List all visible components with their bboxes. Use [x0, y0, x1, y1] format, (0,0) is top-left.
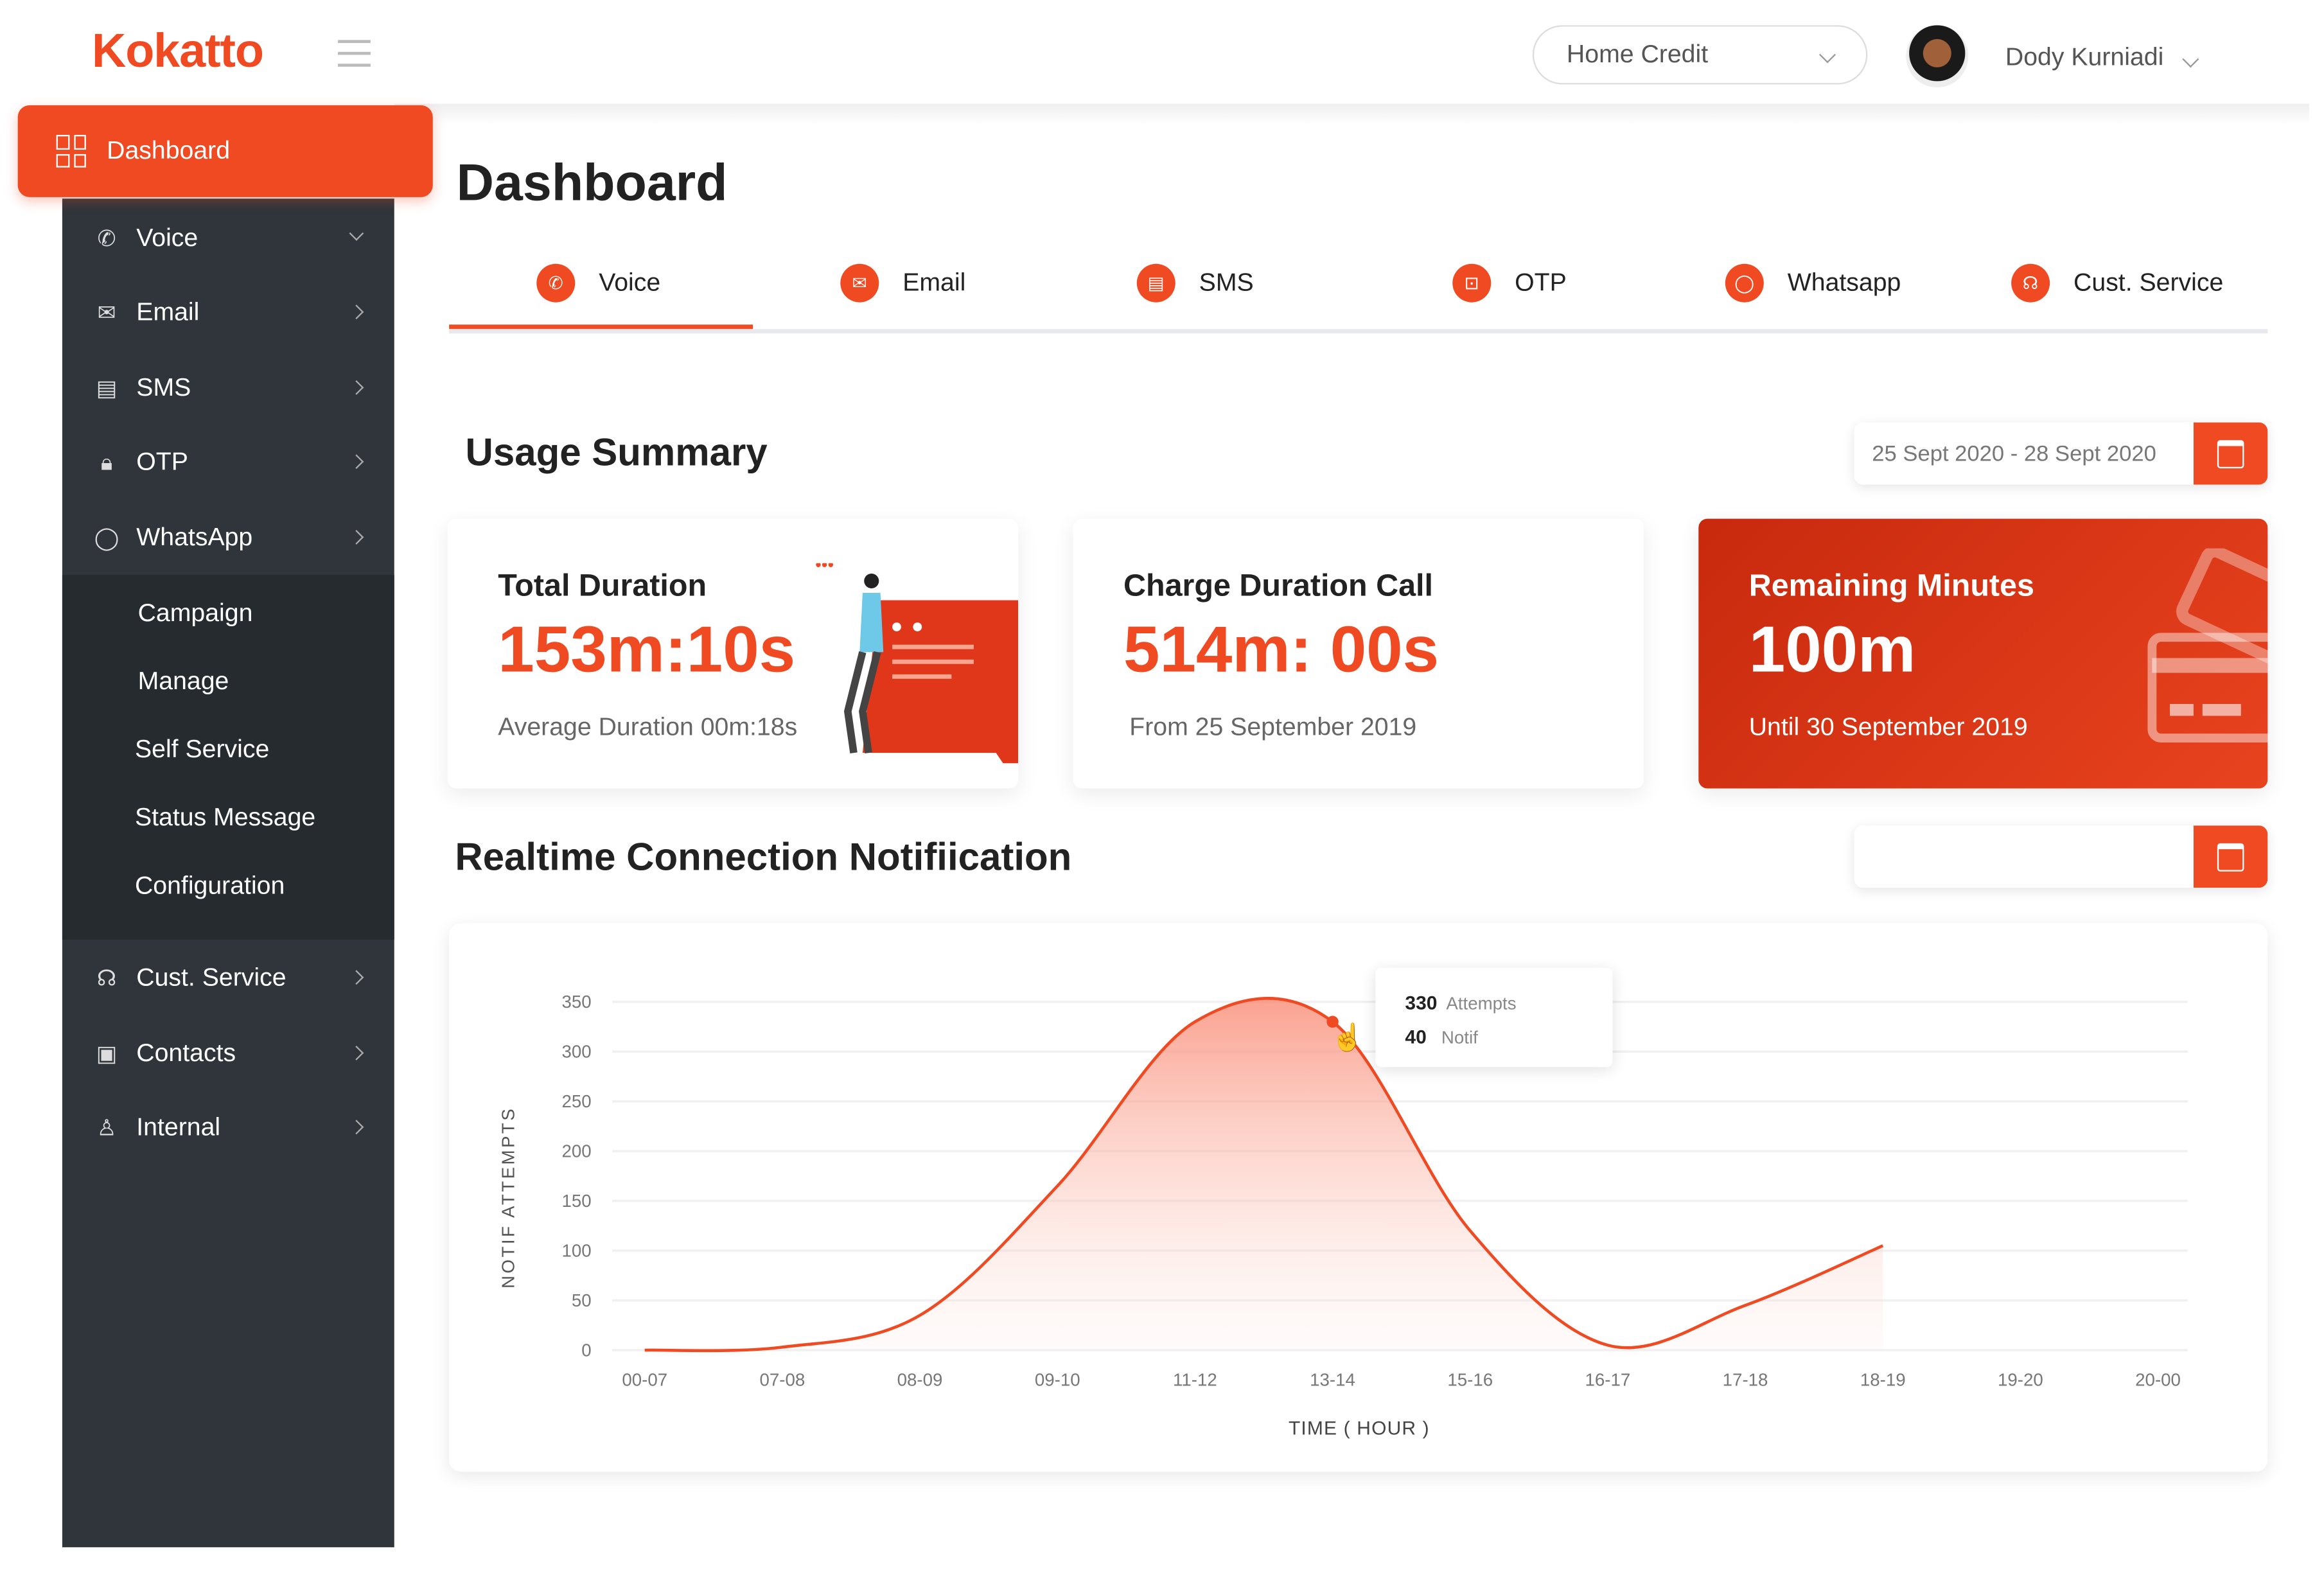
x-tick-label: 13-14	[1310, 1369, 1355, 1389]
y-tick-label: 100	[561, 1240, 591, 1260]
x-tick-label: 15-16	[1447, 1369, 1493, 1389]
y-tick-label: 50	[572, 1290, 592, 1310]
x-tick-label: 18-19	[1860, 1369, 1906, 1389]
x-tick-label: 17-18	[1723, 1369, 1768, 1389]
y-tick-label: 300	[561, 1041, 591, 1061]
x-tick-label: 16-17	[1585, 1369, 1631, 1389]
hand-cursor-icon: ☝	[1331, 1021, 1364, 1053]
tooltip-notif-value: 40	[1405, 1025, 1427, 1048]
x-tick-label: 11-12	[1173, 1369, 1217, 1389]
x-tick-label: 20-00	[2135, 1369, 2181, 1389]
x-tick-label: 09-10	[1035, 1369, 1080, 1389]
x-tick-label: 07-08	[759, 1369, 805, 1389]
tooltip-attempts-label: Attempts	[1446, 992, 1517, 1014]
chart-tooltip: 330 Attempts 40 Notif	[1375, 967, 1613, 1068]
tooltip-attempts-value: 330	[1405, 991, 1438, 1014]
y-tick-label: 350	[561, 992, 591, 1012]
x-tick-label: 00-07	[622, 1369, 667, 1389]
notif-attempts-chart: 0 50 100 150 200 250 300 350 00-07 07-08 08-09 09-1…	[498, 992, 2188, 1439]
y-tick-label: 250	[561, 1091, 591, 1111]
x-axis-label: TIME ( HOUR )	[1289, 1418, 1430, 1439]
y-tick-label: 0	[581, 1340, 591, 1360]
y-tick-label: 200	[561, 1141, 591, 1161]
x-tick-label: 08-09	[897, 1369, 943, 1389]
y-tick-label: 150	[561, 1191, 591, 1211]
y-axis-label: NOTIF ATTEMPTS	[498, 1107, 518, 1288]
x-tick-label: 19-20	[1998, 1369, 2043, 1389]
tooltip-notif-label: Notif	[1441, 1027, 1478, 1048]
